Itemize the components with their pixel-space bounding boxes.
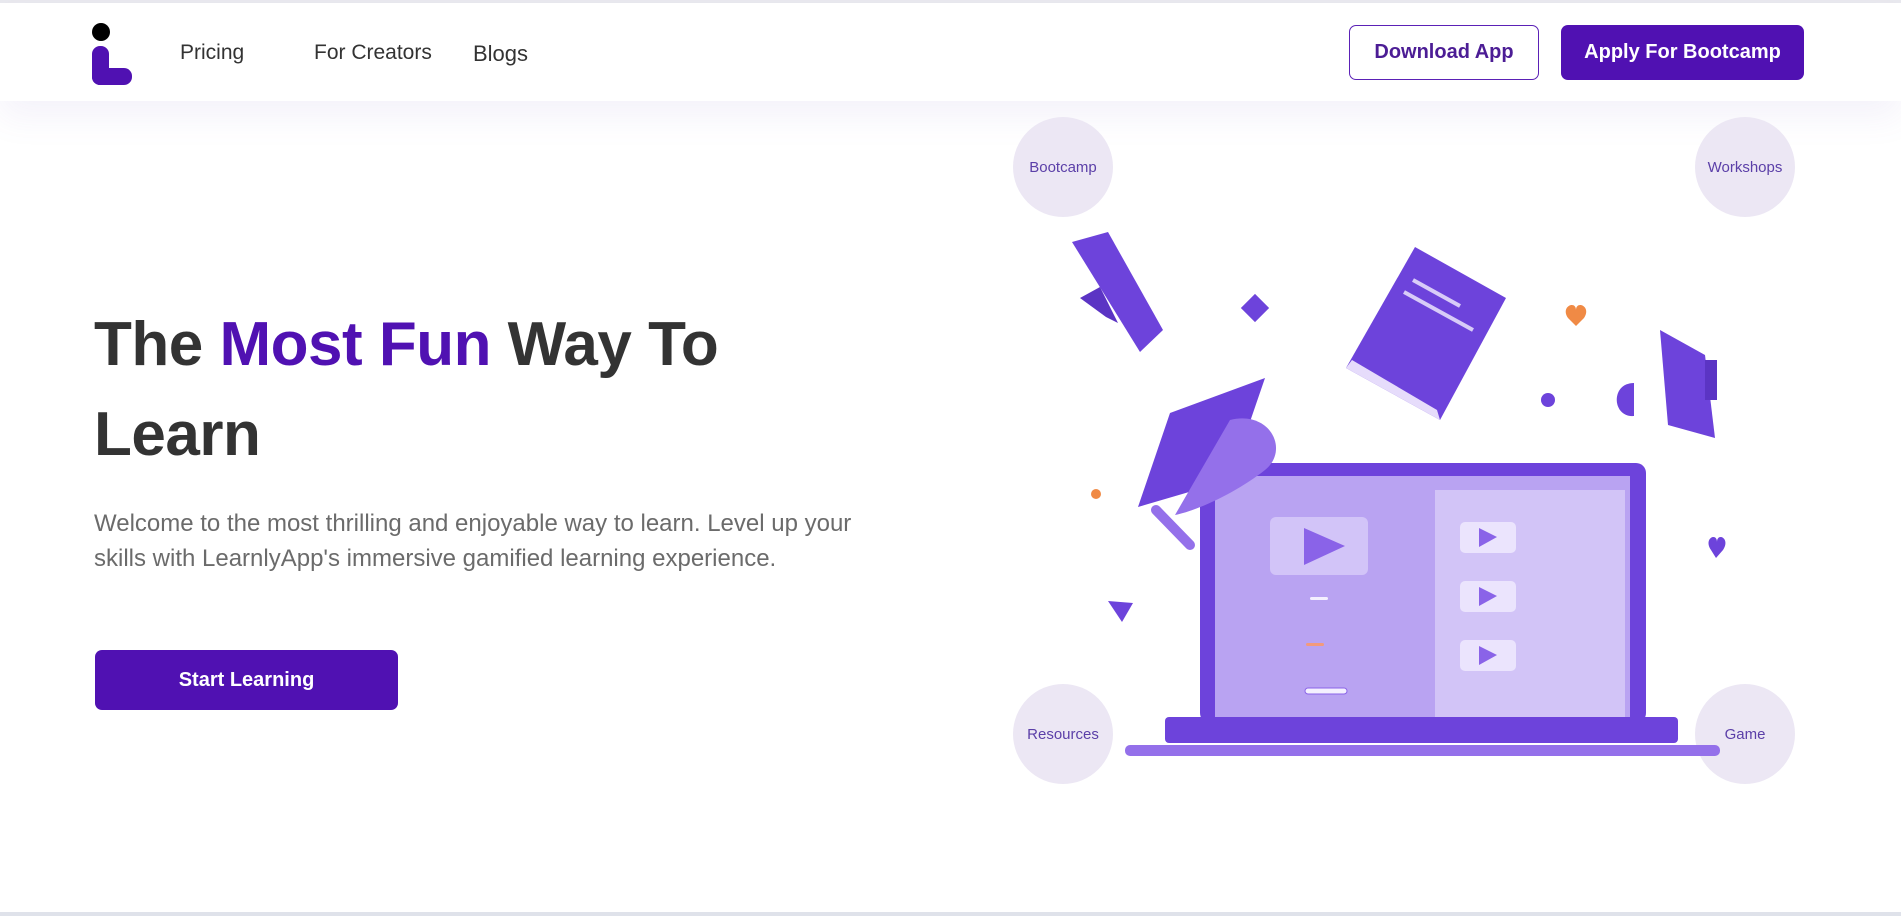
diploma-icon: [1072, 232, 1163, 352]
book-icon: [1346, 247, 1506, 420]
site-header: Pricing For Creators Blogs Download App …: [0, 3, 1901, 101]
hero-illustration: [1072, 232, 1726, 756]
bottom-border: [0, 912, 1901, 916]
apply-bootcamp-button[interactable]: Apply For Bootcamp: [1561, 25, 1804, 80]
nav-blogs[interactable]: Blogs: [473, 41, 528, 67]
download-app-button[interactable]: Download App: [1349, 25, 1539, 80]
heart-icon: [1565, 304, 1587, 326]
logo-icon[interactable]: [92, 23, 132, 85]
hero-title-accent: Most Fun: [219, 310, 491, 379]
nav-pricing[interactable]: Pricing: [180, 41, 244, 65]
laptop-icon: [1125, 463, 1720, 756]
megaphone-icon: [1616, 330, 1717, 438]
hero-title-part1: The: [94, 310, 220, 379]
nav-for-creators[interactable]: For Creators: [314, 41, 432, 65]
hero-description: Welcome to the most thrilling and enjoya…: [94, 510, 852, 572]
heart-icon: [1708, 536, 1726, 558]
start-learning-button[interactable]: Start Learning: [95, 650, 398, 710]
hero-title: The Most Fun Way To Learn: [94, 300, 854, 480]
